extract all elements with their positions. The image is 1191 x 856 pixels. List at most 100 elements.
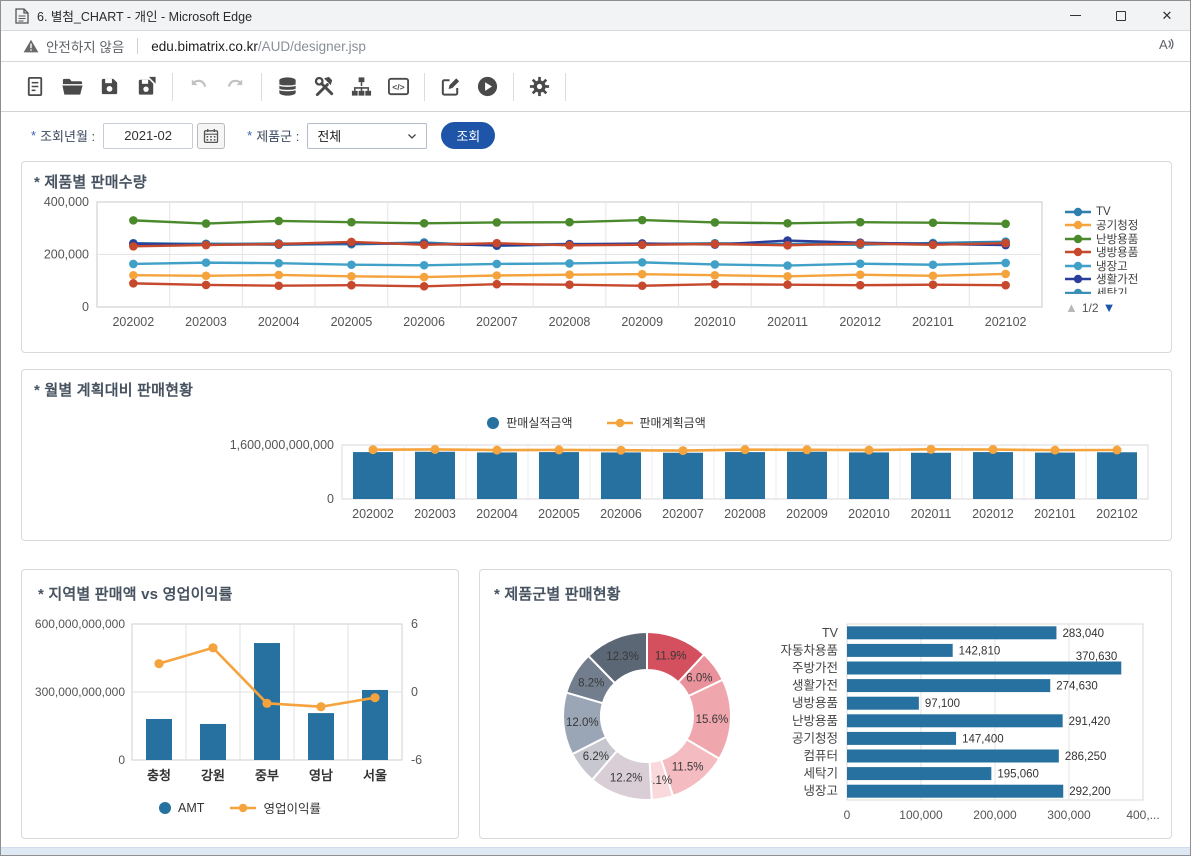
maximize-button[interactable] xyxy=(1098,1,1144,30)
svg-text:-6: -6 xyxy=(411,753,422,767)
legend-page-up-icon[interactable]: ▲ xyxy=(1065,300,1078,315)
product-select-value: 전체 xyxy=(317,126,341,145)
svg-text:202007: 202007 xyxy=(662,507,704,521)
new-document-button[interactable] xyxy=(17,68,54,105)
svg-text:202002: 202002 xyxy=(352,507,394,521)
svg-text:서울: 서울 xyxy=(363,768,387,783)
svg-text:강원: 강원 xyxy=(201,768,225,783)
svg-text:202005: 202005 xyxy=(538,507,580,521)
svg-text:중부: 중부 xyxy=(255,768,279,783)
save-all-icon xyxy=(135,75,158,98)
open-folder-button[interactable] xyxy=(54,68,91,105)
new-document-icon xyxy=(24,75,47,98)
svg-text:12.3%: 12.3% xyxy=(606,651,639,663)
maximize-icon xyxy=(1116,11,1126,21)
series-marker xyxy=(1065,288,1091,294)
required-mark: * xyxy=(247,128,252,143)
svg-text:202101: 202101 xyxy=(912,315,954,329)
save-button[interactable] xyxy=(91,68,128,105)
svg-text:202102: 202102 xyxy=(985,315,1027,329)
svg-text:0: 0 xyxy=(411,685,418,699)
address-bar[interactable]: 안전하지 않음 edu.bimatrix.co.kr/AUD/designer.… xyxy=(1,31,1190,62)
svg-text:1,600,000,000,000: 1,600,000,000,000 xyxy=(230,438,334,452)
svg-text:202006: 202006 xyxy=(403,315,445,329)
svg-text:400,...: 400,... xyxy=(1126,808,1159,822)
chevron-down-icon xyxy=(406,130,418,142)
toolbar-separator xyxy=(172,73,173,101)
svg-text:202009: 202009 xyxy=(786,507,828,521)
svg-text:147,400: 147,400 xyxy=(962,733,1004,745)
series-marker xyxy=(1065,207,1091,217)
svg-text:300,000,000,000: 300,000,000,000 xyxy=(35,685,125,699)
page-icon xyxy=(15,8,29,24)
search-button[interactable]: 조회 xyxy=(441,122,495,149)
svg-text:195,060: 195,060 xyxy=(997,769,1039,781)
database-icon xyxy=(276,75,299,98)
svg-text:0: 0 xyxy=(118,753,125,767)
sitemap-button[interactable] xyxy=(343,68,380,105)
series-marker xyxy=(1065,247,1091,257)
sitemap-icon xyxy=(350,75,373,98)
database-button[interactable] xyxy=(269,68,306,105)
horizontal-scrollbar[interactable] xyxy=(1,847,1190,855)
svg-text:142,810: 142,810 xyxy=(959,645,1001,657)
legend-page-down-icon[interactable]: ▼ xyxy=(1103,300,1116,315)
svg-text:6.0%: 6.0% xyxy=(686,672,712,684)
read-aloud-icon[interactable]: A xyxy=(1156,36,1174,57)
svg-text:202101: 202101 xyxy=(1034,507,1076,521)
svg-text:202010: 202010 xyxy=(694,315,736,329)
svg-text:292,200: 292,200 xyxy=(1069,786,1111,798)
svg-text:202005: 202005 xyxy=(331,315,373,329)
svg-text:TV: TV xyxy=(822,626,839,640)
svg-text:202008: 202008 xyxy=(549,315,591,329)
legend-item-rate[interactable]: 영업이익률 xyxy=(230,798,321,817)
quantity-legend-items: TV공기청정난방용품냉방용품냉장고생활가전세탁기 xyxy=(1065,205,1169,294)
svg-text:세탁기: 세탁기 xyxy=(803,767,838,781)
save-all-button[interactable] xyxy=(128,68,165,105)
settings-button[interactable] xyxy=(521,68,558,105)
security-badge[interactable]: 안전하지 않음 xyxy=(23,36,124,56)
date-input[interactable] xyxy=(103,123,193,149)
code-editor-button[interactable]: </> xyxy=(380,68,417,105)
svg-text:컴퓨터: 컴퓨터 xyxy=(803,749,838,763)
close-button[interactable]: ✕ xyxy=(1144,1,1190,30)
run-button[interactable] xyxy=(469,68,506,105)
quantity-line-chart: 0200,000400,0002020022020032020042020052… xyxy=(22,162,1171,352)
panel-region-sales: * 지역별 판매액 vs 영업이익률 0300,000,000,000600,0… xyxy=(21,569,459,839)
edit-button[interactable] xyxy=(432,68,469,105)
svg-text:97,100: 97,100 xyxy=(925,698,960,710)
svg-text:400,000: 400,000 xyxy=(44,195,89,209)
plan-bar-chart: 01,600,000,000,0002020022020032020042020… xyxy=(22,370,1171,540)
minimize-icon xyxy=(1070,15,1081,16)
settings-icon xyxy=(528,75,551,98)
redo-button[interactable] xyxy=(217,68,254,105)
product-select[interactable]: 전체 xyxy=(307,123,427,149)
svg-text:공기청정: 공기청정 xyxy=(792,731,838,745)
svg-text:냉방용품: 냉방용품 xyxy=(792,696,838,710)
svg-text:생활가전: 생활가전 xyxy=(792,679,838,693)
security-label: 안전하지 않음 xyxy=(46,36,124,56)
svg-text:8.2%: 8.2% xyxy=(578,678,604,690)
amt-label: AMT xyxy=(178,801,204,815)
svg-text:274,630: 274,630 xyxy=(1056,681,1098,693)
svg-text:202006: 202006 xyxy=(600,507,642,521)
svg-text:283,040: 283,040 xyxy=(1062,628,1104,640)
undo-button[interactable] xyxy=(180,68,217,105)
legend-item-amt[interactable]: AMT xyxy=(159,798,204,817)
svg-text:</>: </> xyxy=(392,82,404,92)
svg-text:6: 6 xyxy=(411,617,418,631)
toolbar-separator xyxy=(261,73,262,101)
address-divider xyxy=(137,38,138,54)
svg-text:600,000,000,000: 600,000,000,000 xyxy=(35,617,125,631)
legend-pager: ▲ 1/2 ▼ xyxy=(1065,300,1115,315)
calendar-button[interactable] xyxy=(197,123,225,149)
legend-item-세탁기[interactable]: 세탁기 xyxy=(1065,286,1169,294)
minimize-button[interactable] xyxy=(1052,1,1098,30)
svg-text:202003: 202003 xyxy=(414,507,456,521)
svg-text:난방용품: 난방용품 xyxy=(792,714,838,728)
svg-text:202012: 202012 xyxy=(972,507,1014,521)
svg-text:12.2%: 12.2% xyxy=(610,773,643,785)
amt-marker xyxy=(159,802,171,814)
panel-product-quantity: * 제품별 판매수량 0200,000400,00020200220200320… xyxy=(21,161,1172,353)
tools-button[interactable] xyxy=(306,68,343,105)
